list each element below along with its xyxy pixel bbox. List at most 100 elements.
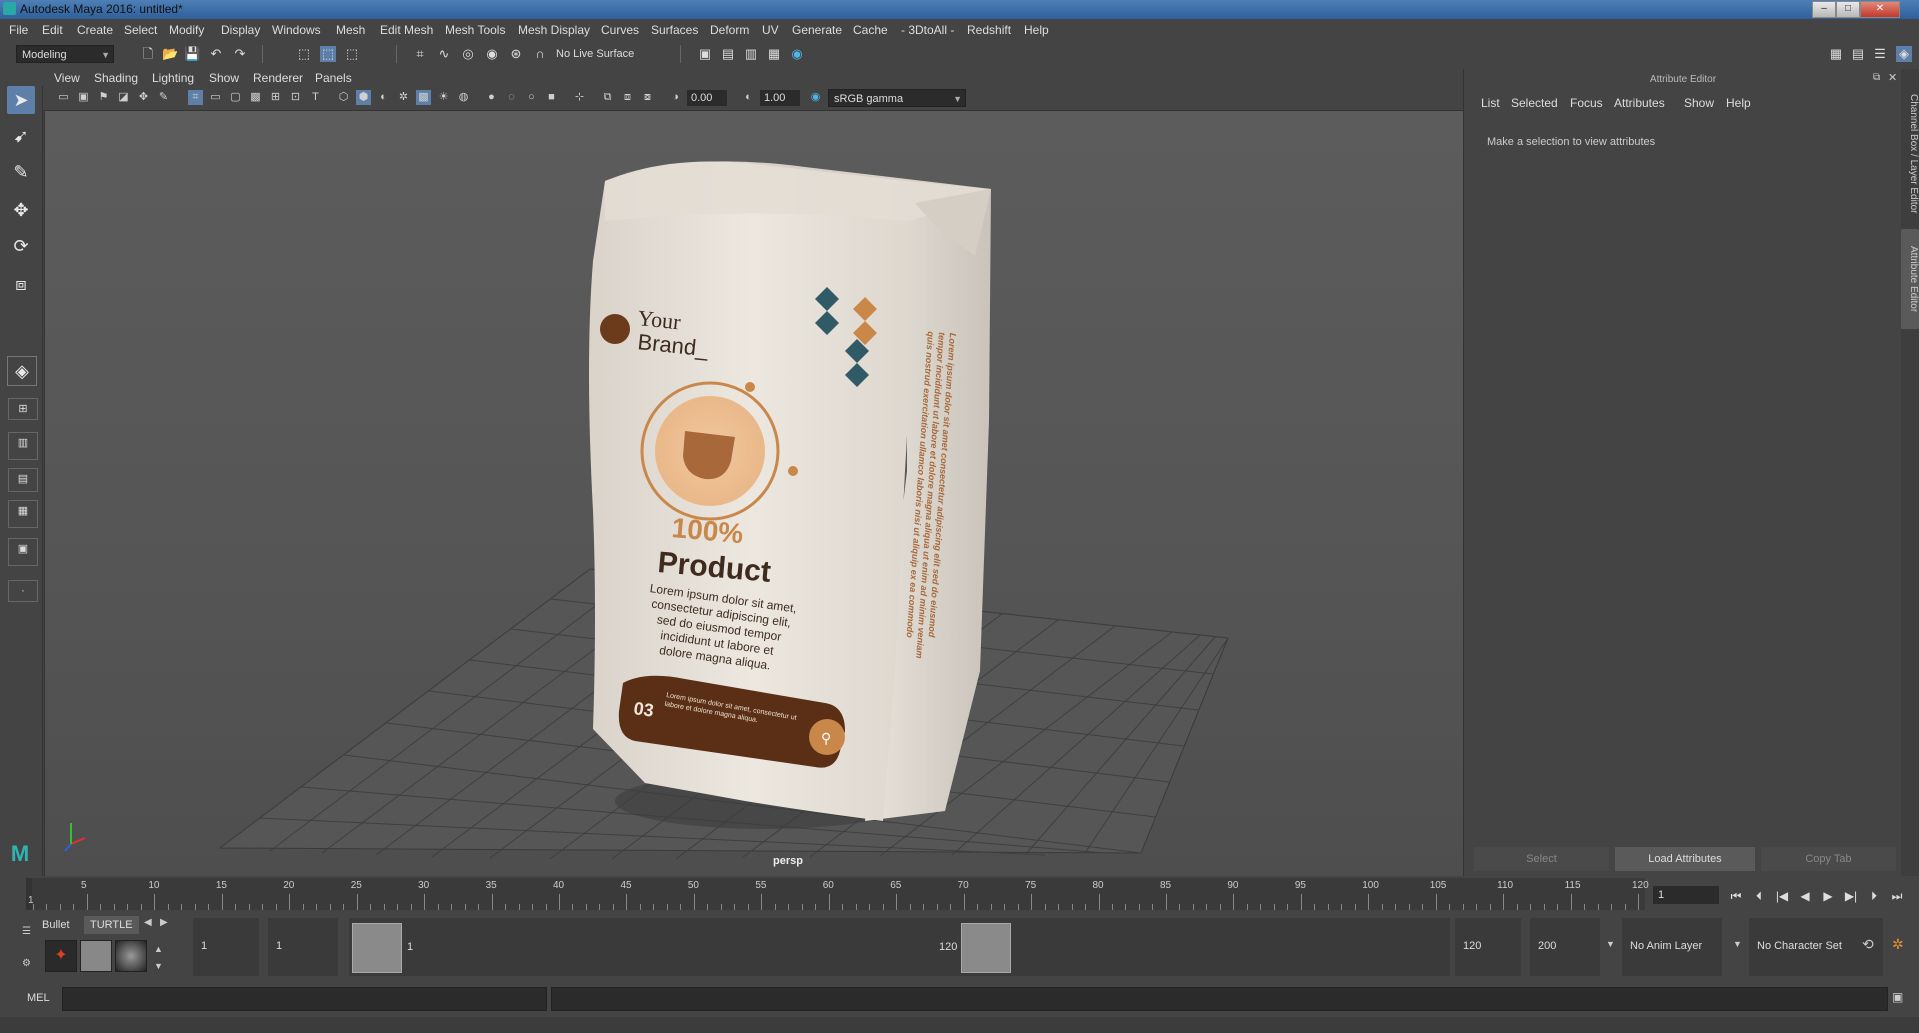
attribute-editor-tab[interactable]: Attribute Editor bbox=[1901, 229, 1919, 329]
time-ruler[interactable]: 1 5 10 15 20 25 30 35 40 45 50 55 60 65 70 75 80 85 90 95 1… bbox=[26, 878, 1649, 910]
turtle-bake-icon[interactable] bbox=[80, 940, 112, 972]
gamma-icon[interactable]: ◐ bbox=[741, 90, 756, 105]
playback-range-track[interactable]: 1 120 bbox=[349, 918, 1450, 976]
select-by-hierarchy-icon[interactable]: ⬚ bbox=[296, 46, 312, 62]
play-forwards-icon[interactable]: ▶ bbox=[1819, 888, 1837, 904]
wireframe-on-shaded-icon[interactable]: ◐ bbox=[376, 90, 391, 105]
channel-box-toggle-icon[interactable]: ◈ bbox=[1896, 46, 1912, 62]
menu-edit-mesh[interactable]: Edit Mesh bbox=[380, 23, 433, 37]
view-transform-dropdown[interactable]: sRGB gamma ▼ bbox=[828, 89, 966, 107]
script-editor-icon[interactable]: ▣ bbox=[1892, 990, 1903, 1004]
safe-title-icon[interactable]: T bbox=[308, 90, 323, 105]
snap-view-icon[interactable]: ◉ bbox=[484, 46, 500, 62]
mel-command-input[interactable] bbox=[62, 987, 547, 1011]
anim-layer-dropdown[interactable]: No Anim Layer bbox=[1622, 918, 1722, 976]
exposure-field[interactable]: 0.00 bbox=[687, 90, 727, 106]
script-language-label[interactable]: MEL bbox=[27, 992, 50, 1004]
snap-grid-icon[interactable]: ⌗ bbox=[412, 46, 428, 62]
go-to-start-icon[interactable]: ⏮ bbox=[1727, 888, 1745, 904]
ipr-render-icon[interactable]: ▥ bbox=[743, 46, 759, 62]
default-lighting-icon[interactable]: ✲ bbox=[396, 90, 411, 105]
gamma-field[interactable]: 1.00 bbox=[760, 90, 800, 106]
snap-point-icon[interactable]: ◎ bbox=[460, 46, 476, 62]
render-frame-icon[interactable]: ▦ bbox=[766, 46, 782, 62]
select-by-object-icon[interactable]: ⬚ bbox=[320, 46, 336, 62]
menu-help[interactable]: Help bbox=[1024, 23, 1049, 37]
playback-end-field[interactable]: 120 bbox=[1455, 918, 1521, 976]
shelf-tab-bullet[interactable]: Bullet bbox=[36, 916, 76, 934]
menuset-dropdown[interactable]: Modeling ▼ bbox=[16, 45, 114, 63]
xray-components-icon[interactable]: ⧇ bbox=[640, 90, 655, 105]
shelf-down-icon[interactable]: ▼ bbox=[154, 961, 163, 971]
shelf-up-icon[interactable]: ▲ bbox=[154, 944, 163, 954]
four-view-layout-icon[interactable]: ⊞ bbox=[8, 398, 38, 420]
menu-windows[interactable]: Windows bbox=[272, 23, 321, 37]
viewport-menu-shading[interactable]: Shading bbox=[94, 71, 138, 85]
render-settings-icon[interactable]: ▣ bbox=[697, 46, 713, 62]
ae-menu-show[interactable]: Show bbox=[1684, 96, 1714, 110]
step-back-key-icon[interactable]: |◀ bbox=[1773, 888, 1791, 904]
go-to-end-icon[interactable]: ⏭ bbox=[1888, 888, 1906, 904]
hypershade-layout-icon[interactable]: ▣ bbox=[8, 538, 38, 566]
field-chart-icon[interactable]: ⊞ bbox=[268, 90, 283, 105]
range-start-handle[interactable] bbox=[352, 923, 402, 973]
two-d-pan-icon[interactable]: ✥ bbox=[136, 90, 151, 105]
xray-icon[interactable]: ⧉ bbox=[600, 90, 615, 105]
new-scene-icon[interactable]: 🗋 bbox=[140, 46, 156, 62]
channel-box-tab[interactable]: Channel Box / Layer Editor bbox=[1901, 79, 1919, 229]
menu-deform[interactable]: Deform bbox=[710, 23, 749, 37]
lasso-tool-icon[interactable]: ➹ bbox=[7, 122, 35, 150]
ae-select-button[interactable]: Select bbox=[1474, 847, 1609, 871]
menu-surfaces[interactable]: Surfaces bbox=[651, 23, 698, 37]
step-forward-key-icon[interactable]: ▶| bbox=[1842, 888, 1860, 904]
minimize-button[interactable]: – bbox=[1812, 1, 1836, 18]
camera-attributes-icon[interactable]: ▣ bbox=[76, 90, 91, 105]
menu-select[interactable]: Select bbox=[124, 23, 157, 37]
film-gate-icon[interactable]: ▭ bbox=[208, 90, 223, 105]
maximize-button[interactable]: □ bbox=[1836, 1, 1860, 18]
image-plane-icon[interactable]: ◪ bbox=[116, 90, 131, 105]
rotate-tool-icon[interactable]: ⟳ bbox=[7, 232, 35, 260]
viewport-menu-lighting[interactable]: Lighting bbox=[152, 71, 194, 85]
menu-cache[interactable]: Cache bbox=[853, 23, 888, 37]
viewport-menu-view[interactable]: View bbox=[54, 71, 80, 85]
menu-mesh[interactable]: Mesh bbox=[336, 23, 365, 37]
ae-menu-focus[interactable]: Focus bbox=[1570, 96, 1603, 110]
step-forward-icon[interactable]: ⏵ bbox=[1865, 888, 1883, 904]
auto-key-icon[interactable]: ⟲ bbox=[1862, 936, 1874, 953]
outliner-icon[interactable]: ☰ bbox=[1872, 46, 1888, 62]
gate-mask-icon[interactable]: ▩ bbox=[248, 90, 263, 105]
play-backwards-icon[interactable]: ◀ bbox=[1796, 888, 1814, 904]
persp-outliner-layout-icon[interactable]: ▥ bbox=[8, 432, 38, 460]
menu-mesh-tools[interactable]: Mesh Tools bbox=[445, 23, 505, 37]
menu-modify[interactable]: Modify bbox=[169, 23, 204, 37]
viewport-menu-show[interactable]: Show bbox=[209, 71, 239, 85]
resolution-gate-icon[interactable]: ▢ bbox=[228, 90, 243, 105]
grease-pencil-icon[interactable]: ✎ bbox=[156, 90, 171, 105]
shelf-scroll-right-icon[interactable]: ▶ bbox=[160, 917, 168, 928]
ae-menu-list[interactable]: List bbox=[1481, 96, 1500, 110]
depth-of-field-icon[interactable]: ■ bbox=[544, 90, 559, 105]
exposure-icon[interactable]: ◑ bbox=[668, 90, 683, 105]
wireframe-icon[interactable]: ⬡ bbox=[336, 90, 351, 105]
persp-graph-layout-icon[interactable]: ▤ bbox=[8, 468, 38, 492]
viewport-menu-panels[interactable]: Panels bbox=[315, 71, 352, 85]
select-by-component-icon[interactable]: ⬚ bbox=[344, 46, 360, 62]
snap-curve-icon[interactable]: ∿ bbox=[436, 46, 452, 62]
current-frame-field[interactable]: 1 bbox=[1653, 886, 1719, 904]
chevron-down-icon[interactable]: ▼ bbox=[1606, 939, 1615, 949]
live-surface-field[interactable]: No Live Surface bbox=[551, 45, 655, 63]
paint-select-tool-icon[interactable]: ✎ bbox=[7, 158, 35, 186]
turtle-sphere-icon[interactable] bbox=[115, 940, 147, 972]
smooth-shade-icon[interactable]: ⬢ bbox=[356, 90, 371, 105]
undo-icon[interactable]: ↶ bbox=[208, 46, 224, 62]
hypershade-icon[interactable]: ◉ bbox=[789, 46, 805, 62]
menu-generate[interactable]: Generate bbox=[792, 23, 842, 37]
bookmark-icon[interactable]: ⚑ bbox=[96, 90, 111, 105]
shelf-menu-icon[interactable]: ☰ bbox=[22, 926, 31, 937]
animation-start-field[interactable]: 1 bbox=[193, 918, 259, 976]
menu-create[interactable]: Create bbox=[77, 23, 113, 37]
redo-icon[interactable]: ↷ bbox=[232, 46, 248, 62]
menu-file[interactable]: File bbox=[9, 23, 28, 37]
modeling-toolkit-icon[interactable]: ▤ bbox=[1850, 46, 1866, 62]
